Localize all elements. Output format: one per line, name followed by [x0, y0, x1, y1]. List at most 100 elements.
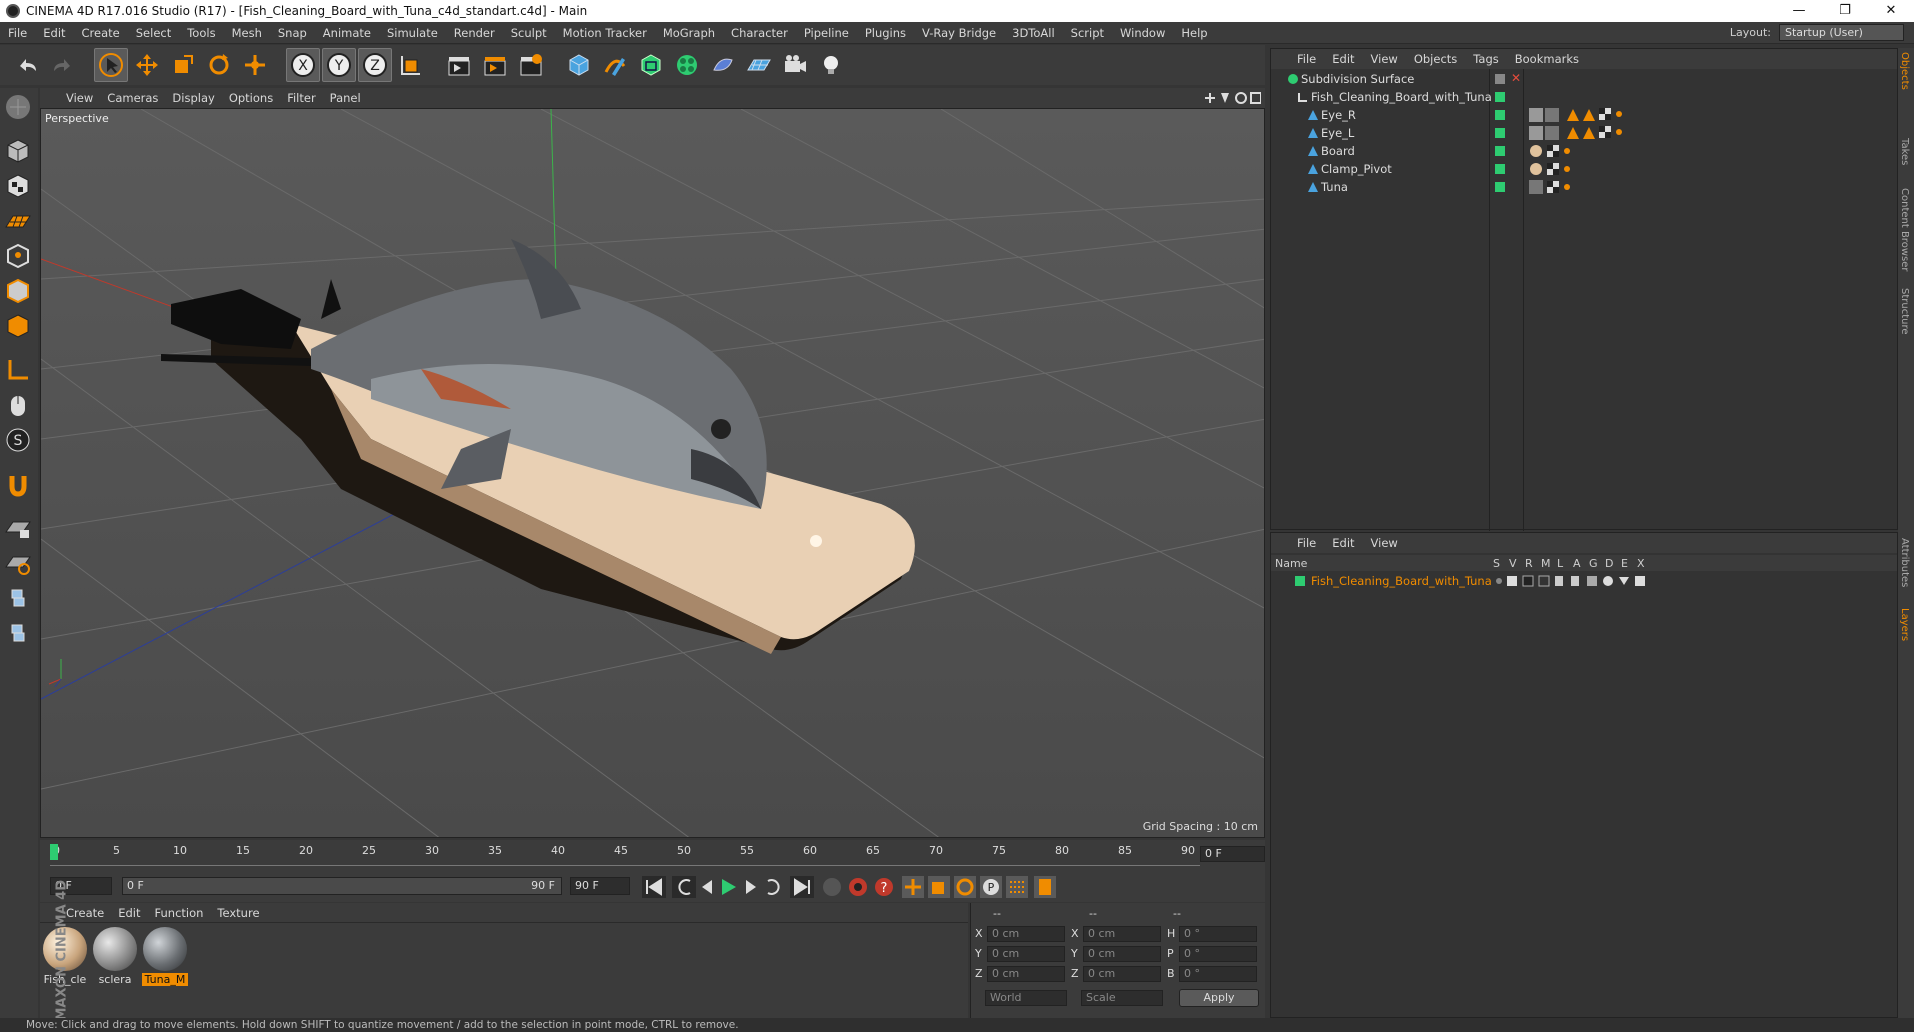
- layer-menu-edit[interactable]: Edit: [1332, 536, 1354, 550]
- next-frame-icon[interactable]: [746, 880, 756, 894]
- menu-snap[interactable]: Snap: [270, 26, 315, 40]
- end-frame-field[interactable]: 90 F: [570, 877, 630, 895]
- column-solo[interactable]: S: [1493, 557, 1500, 570]
- key-move-icon[interactable]: [902, 876, 924, 898]
- close-button[interactable]: ✕: [1868, 0, 1914, 22]
- key-scale-icon[interactable]: [928, 876, 950, 898]
- edges-mode-button[interactable]: [2, 275, 34, 307]
- polygons-mode-button[interactable]: [2, 310, 34, 342]
- tweak-mode-button[interactable]: [2, 389, 34, 421]
- object-row[interactable]: Clamp_Pivot: [1271, 159, 1897, 179]
- menu-file[interactable]: File: [0, 26, 35, 40]
- snap-button[interactable]: S: [2, 424, 34, 456]
- position-x-field[interactable]: 0 cm: [987, 926, 1065, 942]
- size-y-field[interactable]: 0 cm: [1083, 946, 1161, 962]
- lock-workplane-button[interactable]: [2, 512, 34, 544]
- size-x-field[interactable]: 0 cm: [1083, 926, 1161, 942]
- mograph-cloner-button[interactable]: [670, 48, 704, 82]
- minimize-button[interactable]: —: [1776, 0, 1822, 22]
- object-menu-objects[interactable]: Objects: [1414, 52, 1457, 66]
- x-axis-button[interactable]: X: [286, 48, 320, 82]
- layer-toggle-icons[interactable]: [1493, 574, 1663, 588]
- layer-color-icon[interactable]: [1495, 110, 1505, 120]
- layer-color-icon[interactable]: [1295, 576, 1305, 586]
- timeline-ruler[interactable]: 0 5 10 15 20 25 30 35 40 45 50 55 60 65 …: [50, 844, 1200, 866]
- world-select[interactable]: World: [985, 990, 1067, 1006]
- goto-start-icon[interactable]: [642, 876, 666, 898]
- material-swatch[interactable]: sclera: [92, 927, 138, 986]
- coordinate-system-button[interactable]: [394, 48, 428, 82]
- rotate-button[interactable]: [202, 48, 236, 82]
- layer-color-icon[interactable]: [1495, 146, 1505, 156]
- frame-range-slider[interactable]: 0 F 90 F: [122, 877, 562, 895]
- layer-menu-view[interactable]: View: [1371, 536, 1398, 550]
- play-icon[interactable]: [722, 879, 736, 895]
- object-row[interactable]: Fish_Cleaning_Board_with_Tuna: [1271, 87, 1897, 107]
- menu-help[interactable]: Help: [1173, 26, 1215, 40]
- render-settings-button[interactable]: [514, 48, 548, 82]
- position-y-field[interactable]: 0 cm: [987, 946, 1065, 962]
- tag-icons[interactable]: [1529, 108, 1639, 122]
- layer-color-icon[interactable]: [1495, 128, 1505, 138]
- menu-vray-bridge[interactable]: V-Ray Bridge: [914, 26, 1004, 40]
- menu-simulate[interactable]: Simulate: [379, 26, 446, 40]
- column-name[interactable]: Name: [1275, 557, 1307, 570]
- column-generators[interactable]: G: [1589, 557, 1598, 570]
- object-menu-bookmarks[interactable]: Bookmarks: [1515, 52, 1579, 66]
- object-row[interactable]: Subdivision Surface ✕: [1271, 69, 1897, 89]
- workplane-button[interactable]: [2, 205, 34, 237]
- apply-button[interactable]: Apply: [1179, 989, 1259, 1007]
- menu-pipeline[interactable]: Pipeline: [796, 26, 857, 40]
- scale-select[interactable]: Scale: [1081, 990, 1163, 1006]
- object-menu-tags[interactable]: Tags: [1473, 52, 1498, 66]
- column-locked[interactable]: L: [1557, 557, 1563, 570]
- tag-icons[interactable]: [1529, 162, 1589, 176]
- column-view[interactable]: V: [1509, 557, 1517, 570]
- menu-3dtoall[interactable]: 3DToAll: [1004, 26, 1063, 40]
- layout-select[interactable]: Startup (User): [1779, 24, 1904, 41]
- timeline-options-icon[interactable]: [1034, 876, 1056, 898]
- object-row[interactable]: Eye_L: [1271, 123, 1897, 143]
- object-menu-view[interactable]: View: [1371, 52, 1398, 66]
- menu-create[interactable]: Create: [74, 26, 128, 40]
- move-button[interactable]: [130, 48, 164, 82]
- menu-sculpt[interactable]: Sculpt: [503, 26, 555, 40]
- viewport-nav-icons[interactable]: [1201, 90, 1261, 106]
- tag-icons[interactable]: [1529, 126, 1639, 140]
- menu-mesh[interactable]: Mesh: [224, 26, 270, 40]
- make-editable-button[interactable]: [2, 91, 34, 123]
- points-mode-button[interactable]: [2, 240, 34, 272]
- position-z-field[interactable]: 0 cm: [987, 966, 1065, 982]
- menu-window[interactable]: Window: [1112, 26, 1173, 40]
- key-rotate-icon[interactable]: [954, 876, 976, 898]
- planar-workplane-button[interactable]: [2, 547, 34, 579]
- light-button[interactable]: [814, 48, 848, 82]
- layer-color-icon[interactable]: [1495, 92, 1505, 102]
- menu-mograph[interactable]: MoGraph: [655, 26, 723, 40]
- autokey-icon[interactable]: [849, 878, 867, 896]
- keyframe-help-icon[interactable]: ?: [875, 878, 893, 896]
- material-menu-function[interactable]: Function: [155, 906, 204, 920]
- tag-icons[interactable]: [1529, 180, 1589, 194]
- current-frame-field[interactable]: 0 F: [1200, 846, 1265, 862]
- rotation-b-field[interactable]: 0 °: [1179, 966, 1257, 982]
- subdivision-button[interactable]: [634, 48, 668, 82]
- python-button-2[interactable]: [2, 617, 34, 649]
- pen-spline-button[interactable]: [598, 48, 632, 82]
- record-disabled-icon[interactable]: [823, 878, 841, 896]
- tab-structure[interactable]: Structure: [1899, 288, 1910, 335]
- undo-button[interactable]: [10, 48, 44, 82]
- camera-button[interactable]: [778, 48, 812, 82]
- column-xrefs[interactable]: X: [1637, 557, 1645, 570]
- scale-button[interactable]: [166, 48, 200, 82]
- deformer-button[interactable]: [706, 48, 740, 82]
- object-row[interactable]: Eye_R: [1271, 105, 1897, 125]
- tab-layers[interactable]: Layers: [1899, 608, 1910, 641]
- python-button-1[interactable]: [2, 582, 34, 614]
- rotation-p-field[interactable]: 0 °: [1179, 946, 1257, 962]
- menu-edit[interactable]: Edit: [35, 26, 73, 40]
- object-row[interactable]: Tuna: [1271, 177, 1897, 197]
- layer-menu-file[interactable]: File: [1297, 536, 1316, 550]
- texture-mode-button[interactable]: [2, 170, 34, 202]
- viewport-menu-panel[interactable]: Panel: [330, 91, 361, 105]
